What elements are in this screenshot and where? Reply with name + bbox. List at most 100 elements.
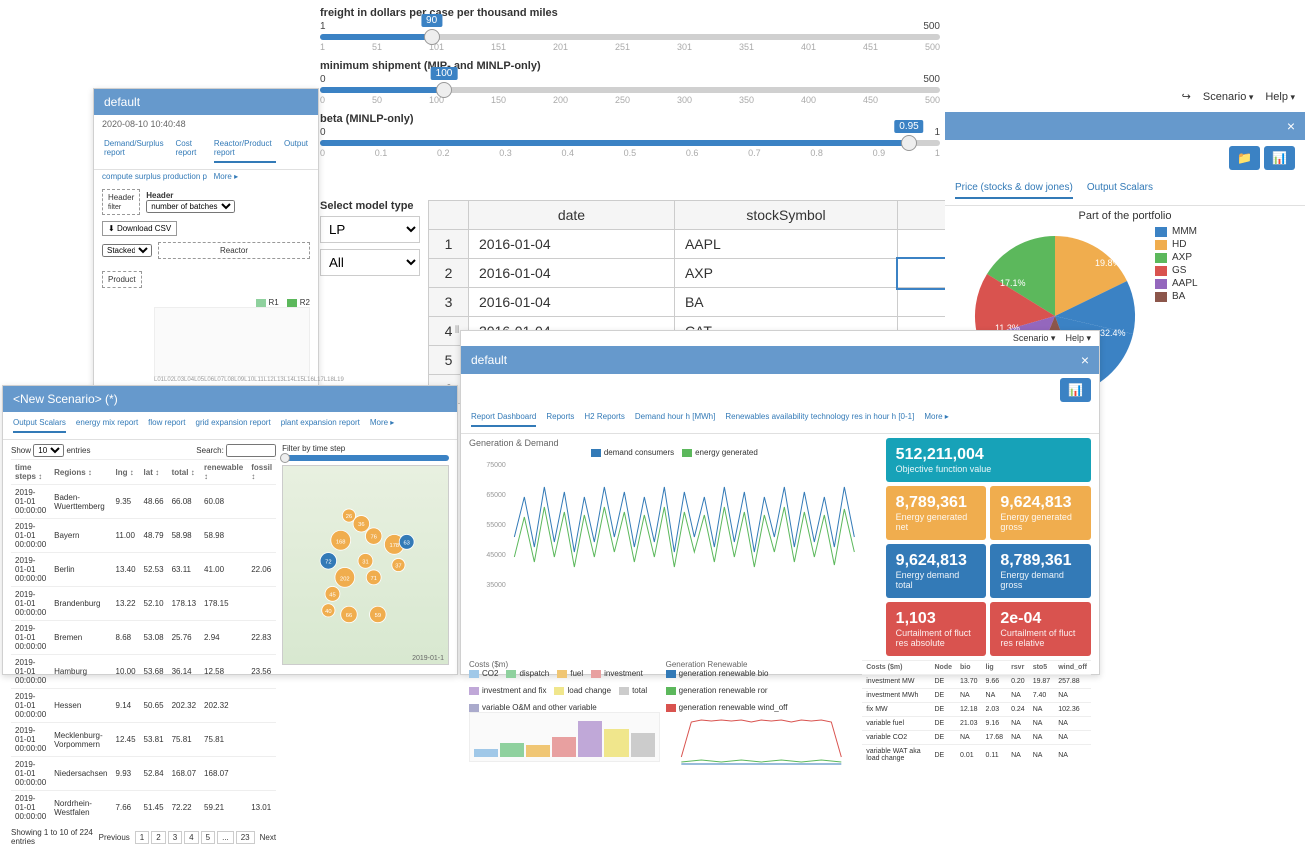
slider-beta: beta (MINLP-only) 01 0.95 00.10.20.30.40… [320,111,940,164]
header-field-select[interactable]: number of batches [146,200,235,213]
gen-demand-title: Generation & Demand [469,438,880,448]
svg-text:59: 59 [375,613,381,619]
svg-text:76: 76 [371,535,377,541]
chart-button[interactable]: 📊 [1060,378,1091,402]
map[interactable]: 26 36 168 76 178 63 72 31 37 202 71 45 4… [282,465,449,665]
renewable-chart [666,712,857,767]
model-select[interactable]: LP [320,216,420,243]
product-button[interactable]: Product [102,271,142,288]
svg-text:19.8%: 19.8% [1095,258,1121,268]
svg-text:45000: 45000 [486,552,506,559]
slider-thumb[interactable] [901,135,917,151]
subtitle: compute surplus production p [102,172,207,181]
scenario-panel: <New Scenario> (*) Output Scalarsenergy … [2,385,458,675]
time-slider[interactable] [282,455,449,461]
slider-thumb[interactable] [424,29,440,45]
show-label: Show [11,446,31,455]
scenario-dropdown[interactable]: Scenario [1013,333,1056,344]
reactor-bar-chart [154,307,310,377]
slider-thumb[interactable] [436,82,452,98]
pie-legend: MMMHDAXPGSAAPLBA [1155,226,1198,406]
tab-price[interactable]: Price (stocks & dow jones) [955,182,1073,199]
slider-max: 500 [923,74,940,85]
more-link[interactable]: More ▸ [214,172,238,181]
costs-legend: CO2dispatchfuelinvestmentinvestment and … [469,669,660,712]
gen-demand-chart: 7500065000550004500035000 [469,457,880,597]
slider-min: 0 [320,127,326,138]
svg-text:37: 37 [395,563,401,569]
svg-text:75000: 75000 [486,462,506,469]
dashboard-panel: ⫴ Scenario Help default× 📊 Report Dashbo… [460,330,1100,675]
chart-type-select[interactable]: Stacked bar chart [102,244,152,257]
region-table: time steps ↕Regions ↕lng ↕lat ↕total ↕re… [11,459,276,824]
slider-freight-label: freight in dollars per case per thousand… [320,7,940,19]
slider-ticks: 151101151201251301351401451500 [320,42,940,52]
svg-text:72: 72 [325,559,331,565]
download-csv-button[interactable]: ⬇ Download CSV [102,221,177,236]
search-input[interactable] [226,444,276,457]
filter-label: Filter by time step [282,444,449,453]
pie-title: Part of the portfolio [945,206,1305,226]
slider-freight-track[interactable]: 90 [320,34,940,40]
svg-text:32.4%: 32.4% [1100,328,1126,338]
svg-text:26: 26 [346,514,352,520]
help-dropdown[interactable]: Help [1065,333,1091,344]
svg-text:55000: 55000 [486,522,506,529]
svg-text:66: 66 [346,613,352,619]
svg-text:31: 31 [362,559,368,565]
legend-demand: demand consumers [604,448,674,457]
search-label: Search: [196,446,224,455]
slider-minship: minimum shipment (MIP- and MINLP-only) 0… [320,58,940,111]
model-select-label: Select model type [320,200,420,212]
tab-output-scalars[interactable]: Output Scalars [1087,182,1153,199]
renew-legend: generation renewable biogeneration renew… [666,669,857,712]
costs-table: Costs ($m)Nodebioligrsvrsto5wind_offinve… [862,660,1091,765]
timestamp: 2020-08-10 10:40:48 [94,115,318,133]
sliders-area: freight in dollars per case per thousand… [320,5,940,164]
costs-title: Costs ($m) [469,660,660,669]
panel-title: default [104,95,140,109]
header-box: Headerfilter [102,189,140,215]
legend-r2: R2 [300,298,310,307]
svg-text:202: 202 [340,577,350,583]
kpi-grid: 512,211,004Objective function value8,789… [886,438,1091,656]
slider-max: 1 [934,127,940,138]
close-icon[interactable]: × [1287,118,1295,134]
login-icon[interactable]: ↪ [1182,90,1191,103]
svg-text:71: 71 [371,576,377,582]
legend-generated: energy generated [695,448,758,457]
table-footer: Showing 1 to 10 of 224 entries [11,828,99,846]
header-label: Header [146,191,173,200]
slider-beta-track[interactable]: 0.95 [320,140,940,146]
reactor-button[interactable]: Reactor [158,242,310,259]
chart-button[interactable]: 📊 [1264,146,1295,170]
scenario-dropdown[interactable]: Scenario [1203,91,1253,103]
chart-xticks: L01L02L03L04L05L06L07L08L09L10L11L12L13L… [154,377,310,383]
svg-text:65000: 65000 [486,492,506,499]
folder-button[interactable]: 📁 [1229,146,1260,170]
gen-renewable-title: Generation Renewable [666,660,857,669]
reactor-tabs: Demand/Surplus reportCost reportReactor/… [94,133,318,170]
model-filter[interactable]: All [320,249,420,276]
slider-min: 0 [320,74,326,85]
slider-freight: freight in dollars per case per thousand… [320,5,940,58]
legend-r1: R1 [269,298,279,307]
scenario-tabs: Output Scalarsenergy mix reportflow repo… [3,412,457,440]
slider-minship-label: minimum shipment (MIP- and MINLP-only) [320,60,940,72]
reactor-panel: default 2020-08-10 10:40:48 Demand/Surpl… [93,88,319,388]
svg-text:168: 168 [336,540,346,546]
panel-title: <New Scenario> (*) [13,392,118,406]
panel-title: default [471,353,507,367]
costs-bar-chart [469,712,660,762]
svg-text:63: 63 [404,540,410,546]
slider-value-badge: 100 [431,67,458,80]
help-dropdown[interactable]: Help [1265,91,1295,103]
close-icon[interactable]: × [1081,352,1089,368]
slider-value-badge: 90 [421,14,442,27]
slider-ticks: 050100150200250300350400450500 [320,95,940,105]
show-entries-select[interactable]: 10 [33,444,64,457]
svg-text:178: 178 [390,543,400,549]
svg-text:36: 36 [358,522,364,528]
slider-minship-track[interactable]: 100 [320,87,940,93]
slider-value-badge: 0.95 [894,120,923,133]
